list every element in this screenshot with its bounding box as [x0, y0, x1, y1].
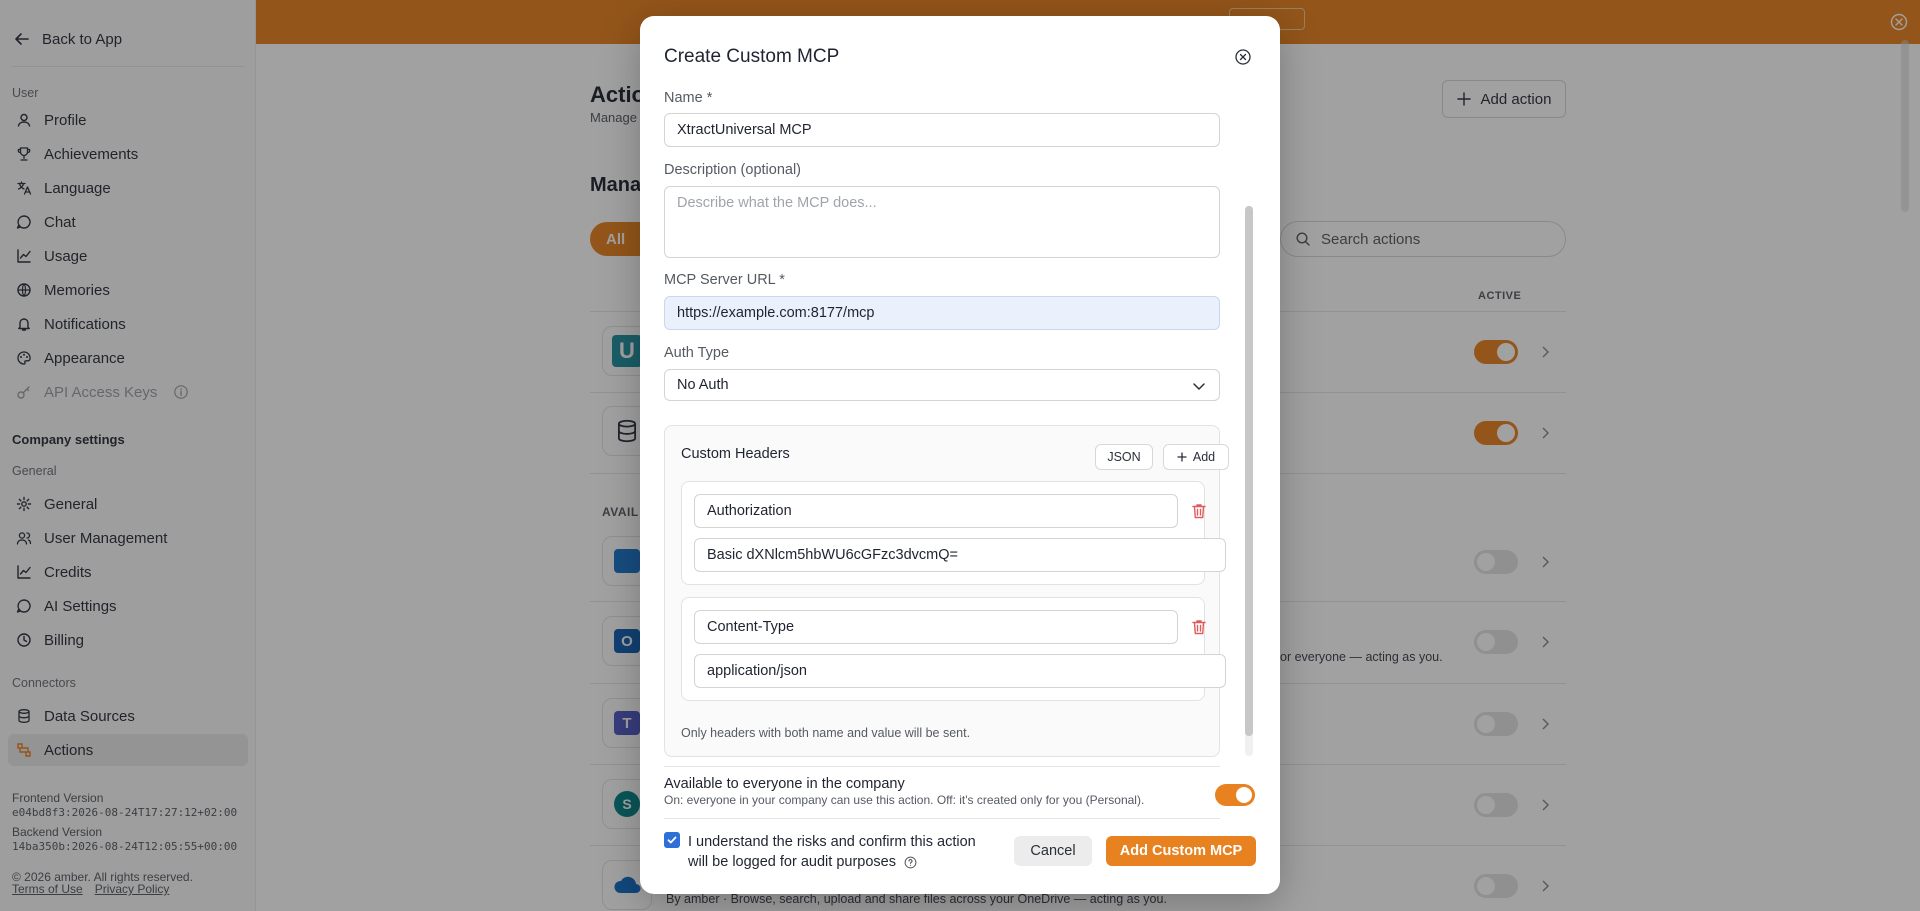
dialog-divider [664, 766, 1220, 767]
page-scrollbar[interactable] [1901, 40, 1909, 212]
description-textarea[interactable]: Describe what the MCP does... [664, 186, 1220, 258]
name-input[interactable]: XtractUniversal MCP [664, 113, 1220, 147]
availability-title: Available to everyone in the company [664, 776, 905, 792]
availability-description: On: everyone in your company can use thi… [664, 793, 1145, 807]
server-url-input[interactable]: https://example.com:8177/mcp [664, 296, 1220, 330]
header-name-input[interactable]: Content-Type [694, 610, 1178, 644]
custom-headers-section: Custom Headers JSON Add Authorization Ba… [664, 425, 1229, 757]
name-label: Name * [664, 90, 713, 106]
help-icon[interactable] [904, 856, 917, 869]
headers-hint: Only headers with both name and value wi… [681, 726, 971, 740]
auth-type-value: No Auth [677, 377, 729, 393]
header-name-input[interactable]: Authorization [694, 494, 1178, 528]
auth-type-select[interactable]: No Auth [664, 369, 1220, 401]
json-button[interactable]: JSON [1095, 444, 1153, 470]
cancel-button[interactable]: Cancel [1014, 836, 1092, 866]
header-entry: Content-Type application/json [681, 597, 1226, 701]
dialog-title: Create Custom MCP [664, 46, 840, 67]
server-url-label: MCP Server URL * [664, 272, 785, 288]
confirm-risks-text: I understand the risks and confirm this … [688, 834, 976, 870]
create-custom-mcp-dialog: Create Custom MCP Name * XtractUniversal… [640, 16, 1280, 894]
check-icon [667, 836, 677, 844]
plus-icon [1177, 452, 1187, 462]
auth-type-label: Auth Type [664, 345, 730, 361]
description-label: Description (optional) [664, 162, 802, 178]
confirm-risks-label: I understand the risks and confirm this … [688, 832, 988, 872]
close-icon[interactable] [1234, 48, 1252, 66]
header-entry: Authorization Basic dXNlcm5hbWU6cGFzc3dv… [681, 481, 1226, 585]
trash-icon[interactable] [1190, 618, 1208, 636]
dialog-scrollbar[interactable] [1245, 206, 1253, 736]
add-header-label: Add [1192, 450, 1216, 464]
header-value-input[interactable]: Basic dXNlcm5hbWU6cGFzc3dvcmQ= [694, 538, 1226, 572]
add-header-button[interactable]: Add [1163, 444, 1229, 470]
add-custom-mcp-button[interactable]: Add Custom MCP [1106, 836, 1256, 866]
dialog-divider [664, 818, 1220, 819]
json-button-label: JSON [1107, 450, 1141, 464]
header-value-input[interactable]: application/json [694, 654, 1226, 688]
confirm-risks-checkbox[interactable] [664, 832, 680, 848]
chevron-down-icon [1193, 383, 1205, 390]
custom-headers-title: Custom Headers [681, 446, 790, 462]
trash-icon[interactable] [1190, 502, 1208, 520]
available-to-everyone-toggle[interactable] [1215, 784, 1255, 806]
